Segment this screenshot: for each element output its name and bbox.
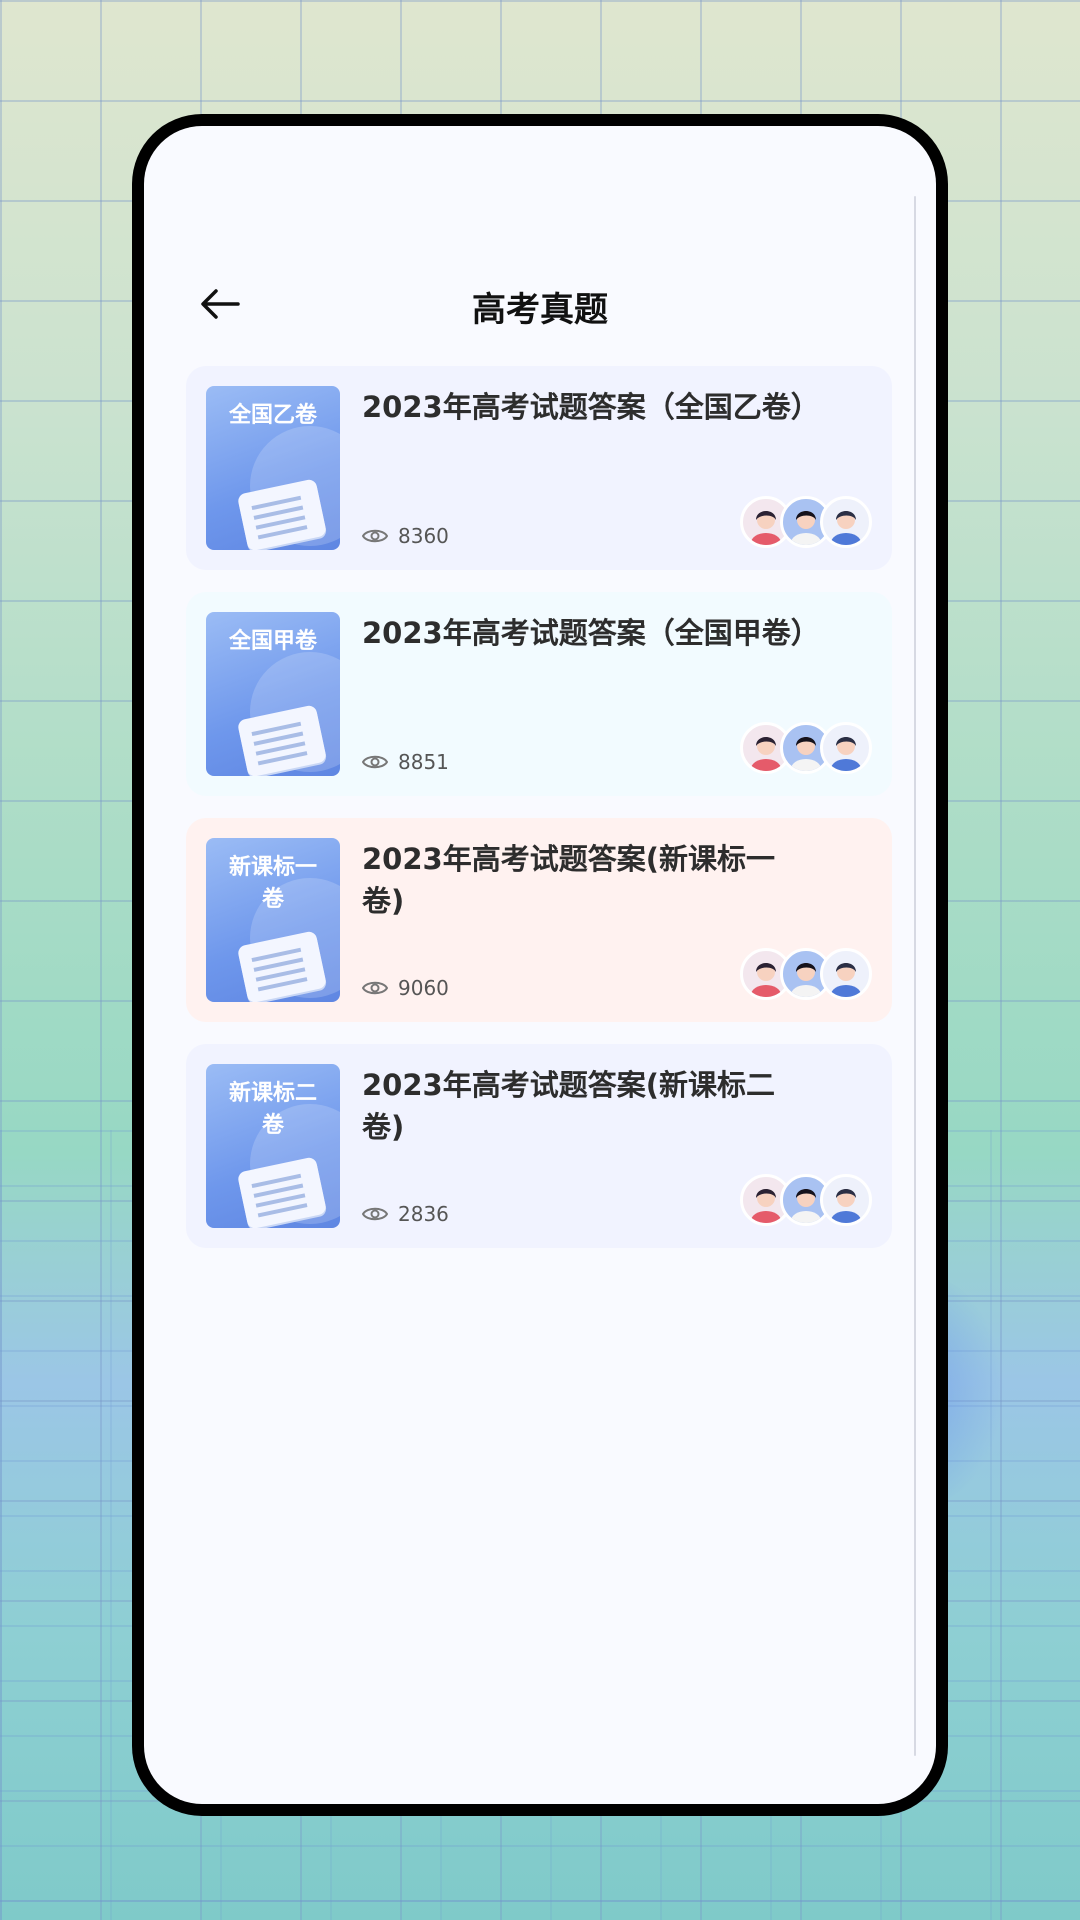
thumbnail-label: 全国乙卷: [228, 403, 317, 428]
avatar-group: [740, 1174, 872, 1226]
exam-title: 2023年高考试题答案(新课标二卷): [362, 1068, 775, 1144]
view-count-value: 8360: [398, 524, 449, 548]
exam-title: 2023年高考试题答案（全国甲卷）: [362, 616, 820, 650]
view-count-value: 2836: [398, 1202, 449, 1226]
exam-list: 全国乙卷 2023年高考试题答案（全国乙卷） 8360 全国甲卷 2023年高考…: [186, 366, 892, 1270]
view-count-value: 9060: [398, 976, 449, 1000]
exam-card[interactable]: 新课标一卷 2023年高考试题答案(新课标一卷) 9060: [186, 818, 892, 1022]
eye-icon: [362, 1207, 388, 1221]
avatar-group: [740, 722, 872, 774]
page-title: 高考真题: [472, 290, 608, 330]
header: 高考真题: [144, 274, 936, 334]
avatar-group: [740, 948, 872, 1000]
exam-thumbnail: 全国甲卷: [206, 612, 340, 776]
view-count: 2836: [362, 1202, 449, 1226]
thumbnail-label: 新课标一卷: [228, 855, 317, 912]
scrollbar[interactable]: [914, 196, 916, 1756]
avatar-boy: [820, 722, 872, 774]
exam-thumbnail: 全国乙卷: [206, 386, 340, 550]
eye-icon: [362, 755, 388, 769]
exam-title: 2023年高考试题答案(新课标一卷): [362, 842, 775, 918]
avatar-boy: [820, 496, 872, 548]
avatar-boy: [820, 948, 872, 1000]
view-count: 9060: [362, 976, 449, 1000]
view-count: 8360: [362, 524, 449, 548]
phone-screen: 高考真题 全国乙卷 2023年高考试题答案（全国乙卷） 8360 全国甲卷 20…: [144, 126, 936, 1804]
exam-thumbnail: 新课标一卷: [206, 838, 340, 1002]
view-count: 8851: [362, 750, 449, 774]
exam-card[interactable]: 全国甲卷 2023年高考试题答案（全国甲卷） 8851: [186, 592, 892, 796]
eye-icon: [362, 529, 388, 543]
thumbnail-label: 新课标二卷: [228, 1081, 317, 1138]
view-count-value: 8851: [398, 750, 449, 774]
thumbnail-label: 全国甲卷: [228, 629, 317, 654]
phone-frame: 高考真题 全国乙卷 2023年高考试题答案（全国乙卷） 8360 全国甲卷 20…: [132, 114, 948, 1816]
exam-card[interactable]: 新课标二卷 2023年高考试题答案(新课标二卷) 2836: [186, 1044, 892, 1248]
eye-icon: [362, 981, 388, 995]
exam-title: 2023年高考试题答案（全国乙卷）: [362, 390, 820, 424]
exam-thumbnail: 新课标二卷: [206, 1064, 340, 1228]
avatar-group: [740, 496, 872, 548]
avatar-boy: [820, 1174, 872, 1226]
exam-card[interactable]: 全国乙卷 2023年高考试题答案（全国乙卷） 8360: [186, 366, 892, 570]
